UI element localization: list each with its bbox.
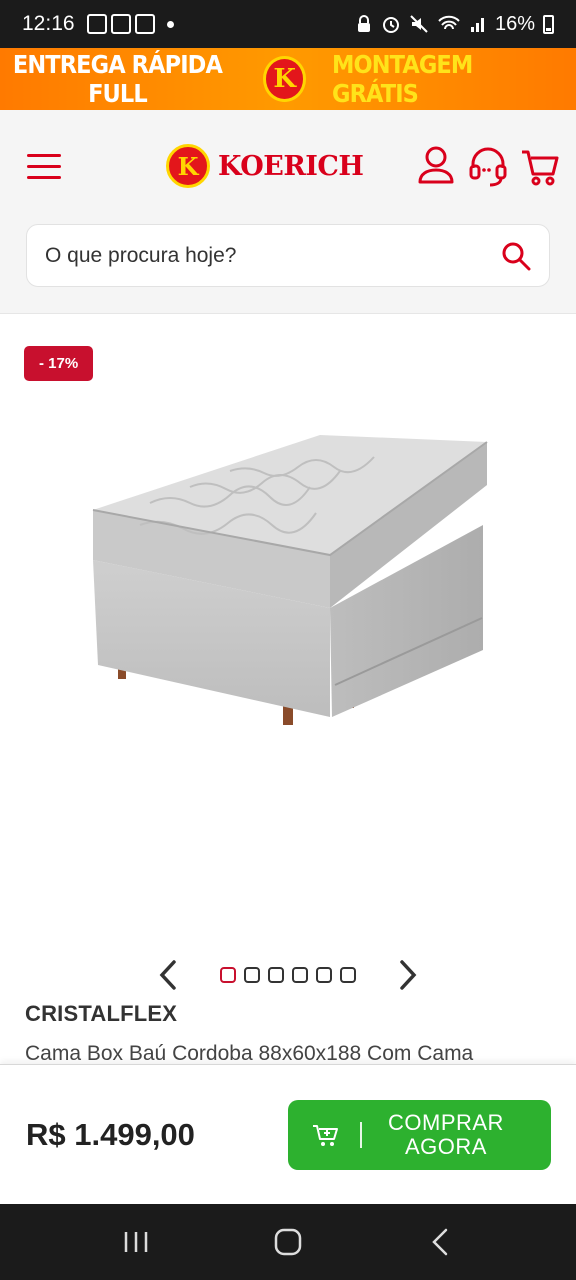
notification-app-icon bbox=[110, 14, 131, 34]
account-icon[interactable] bbox=[416, 144, 456, 188]
mute-icon bbox=[410, 15, 428, 33]
carousel-dots bbox=[220, 967, 356, 983]
home-icon bbox=[274, 1228, 302, 1256]
battery-icon bbox=[543, 14, 554, 34]
carousel-dot[interactable] bbox=[244, 967, 260, 983]
battery-level: 16% bbox=[494, 12, 535, 35]
wifi-icon bbox=[438, 15, 460, 30]
recent-apps-icon bbox=[124, 1232, 148, 1252]
promo-right-text: MONTAGEM GRÁTIS bbox=[332, 50, 473, 108]
carousel-prev-button[interactable] bbox=[150, 957, 186, 993]
cart-icon[interactable] bbox=[520, 144, 560, 188]
carousel-next-button[interactable] bbox=[390, 957, 426, 993]
promo-left-text: ENTREGA RÁPIDA FULL bbox=[12, 50, 223, 108]
alarm-icon bbox=[382, 17, 399, 33]
add-to-cart-icon bbox=[313, 1125, 338, 1146]
carousel-dot[interactable] bbox=[268, 967, 284, 983]
buy-now-label-line1: COMPRAR bbox=[388, 1110, 504, 1135]
product-gallery: - 17% CRISTALFLEX Cama Box Baú Cordoba 8… bbox=[0, 315, 576, 1065]
status-bar: 12:16 16% bbox=[0, 0, 576, 48]
chevron-left-icon bbox=[159, 960, 176, 990]
more-notifications-icon bbox=[166, 20, 174, 28]
recent-apps-button[interactable] bbox=[116, 1222, 156, 1262]
back-icon bbox=[432, 1228, 448, 1256]
promo-banner[interactable]: ENTREGA RÁPIDA FULL K MONTAGEM GRÁTIS bbox=[0, 48, 576, 110]
signal-icon bbox=[470, 18, 484, 32]
site-header: K KOERICH bbox=[0, 110, 576, 314]
menu-icon[interactable] bbox=[27, 154, 61, 180]
carousel-dot[interactable] bbox=[220, 967, 236, 983]
support-headset-icon[interactable] bbox=[468, 144, 508, 188]
product-image[interactable] bbox=[80, 425, 500, 735]
search-bar[interactable] bbox=[26, 224, 550, 287]
product-title: Cama Box Baú Cordoba 88x60x188 Com Cama bbox=[25, 1042, 474, 1065]
buy-bar: R$ 1.499,00 COMPRAR AGORA bbox=[0, 1064, 576, 1204]
promo-logo: K bbox=[262, 56, 307, 102]
brand-logo[interactable]: K KOERICH bbox=[166, 144, 364, 188]
carousel-dot[interactable] bbox=[340, 967, 356, 983]
search-icon[interactable] bbox=[501, 241, 531, 271]
brand-badge-letter: K bbox=[177, 151, 199, 181]
product-brand[interactable]: CRISTALFLEX bbox=[25, 1001, 177, 1027]
promo-logo-letter: K bbox=[273, 64, 296, 94]
button-separator bbox=[360, 1122, 362, 1148]
notification-app-icon bbox=[134, 14, 155, 34]
chevron-right-icon bbox=[400, 960, 417, 990]
brand-name: KOERICH bbox=[218, 150, 364, 182]
back-button[interactable] bbox=[420, 1222, 460, 1262]
notification-app-icon bbox=[86, 14, 107, 34]
discount-badge: - 17% bbox=[24, 346, 94, 381]
status-time: 12:16 bbox=[22, 12, 75, 35]
search-input[interactable] bbox=[45, 243, 501, 268]
carousel-dot[interactable] bbox=[292, 967, 308, 983]
brand-badge: K bbox=[166, 144, 210, 188]
image-carousel bbox=[0, 955, 576, 995]
system-nav-bar bbox=[0, 1204, 576, 1280]
buy-now-label: COMPRAR AGORA bbox=[388, 1111, 504, 1159]
lock-icon bbox=[357, 15, 370, 32]
buy-now-button[interactable]: COMPRAR AGORA bbox=[288, 1100, 551, 1170]
product-price: R$ 1.499,00 bbox=[26, 1117, 195, 1152]
carousel-dot[interactable] bbox=[316, 967, 332, 983]
buy-now-label-line2: AGORA bbox=[404, 1134, 487, 1159]
home-button[interactable] bbox=[268, 1222, 308, 1262]
